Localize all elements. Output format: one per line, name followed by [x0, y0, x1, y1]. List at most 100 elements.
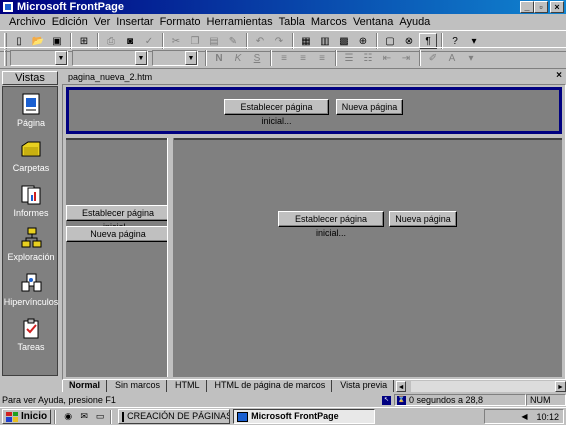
view-folders[interactable]: Carpetas [3, 138, 59, 173]
menu-marcos[interactable]: Marcos [308, 16, 350, 28]
menu-formato[interactable]: Formato [157, 16, 204, 28]
main-new-page-button[interactable]: Nueva página [389, 211, 457, 227]
numbering-icon[interactable]: ☰ [340, 50, 358, 66]
left-new-page-button[interactable]: Nueva página [66, 226, 170, 242]
view-hyperlinks-label: Hipervínculos [3, 297, 59, 307]
views-title: Vistas [2, 71, 58, 85]
chevron-down-icon[interactable]: ▼ [135, 51, 147, 65]
download-time-text: 0 segundos a 28,8 [409, 395, 484, 405]
view-tasks[interactable]: Tareas [3, 317, 59, 352]
start-button[interactable]: Inicio [2, 409, 52, 424]
menu-archivo[interactable]: Archivo [6, 16, 49, 28]
system-tray: ◀ 10:12 [484, 409, 564, 424]
frontpage-task-icon [237, 411, 249, 422]
document-task-icon [122, 411, 125, 422]
font-color-icon[interactable]: A [443, 50, 461, 66]
menu-ventana[interactable]: Ventana [350, 16, 396, 28]
font-select[interactable]: ▼ [72, 50, 148, 66]
align-right-icon[interactable]: ≡ [313, 50, 331, 66]
frontpage-app-icon[interactable] [2, 1, 14, 13]
menu-ver[interactable]: Ver [91, 16, 114, 28]
top-new-page-button[interactable]: Nueva página [336, 99, 403, 115]
title-bar: Microsoft FrontPage _ ▫ × [0, 0, 566, 14]
tab-preview[interactable]: Vista previa [334, 380, 395, 392]
bold-icon[interactable]: N [210, 50, 228, 66]
outlook-quicklaunch-icon[interactable]: ✉ [77, 411, 91, 423]
document-header: pagina_nueva_2.htm × [62, 70, 566, 84]
taskbar: Inicio ◉ ✉ ▭ CREACIÓN DE PÁGINAS ... Mic… [0, 407, 566, 425]
view-reports[interactable]: Informes [3, 183, 59, 218]
window-title: Microsoft FrontPage [17, 1, 124, 13]
close-button[interactable]: × [550, 1, 564, 13]
highlight-icon[interactable]: ✐ [424, 50, 442, 66]
align-left-icon[interactable]: ≡ [275, 50, 293, 66]
formatting-toolbar: ▼ ▼ ▼ N K S ≡ ≡ ≡ ☰ ☷ ⇤ ⇥ ✐ A ▾ [0, 47, 566, 69]
menu-tabla[interactable]: Tabla [276, 16, 308, 28]
view-tasks-label: Tareas [17, 342, 45, 352]
horizontal-scrollbar[interactable] [411, 381, 555, 392]
menu-edicion[interactable]: Edición [49, 16, 91, 28]
tab-html-frames-page[interactable]: HTML de página de marcos [209, 380, 333, 392]
view-page-label: Página [16, 118, 46, 128]
close-document-icon[interactable]: × [556, 70, 562, 81]
download-time-icon: ⌛ [397, 395, 406, 405]
folders-view-icon [20, 138, 42, 160]
navigation-view-icon [20, 227, 42, 249]
task-frontpage-label: Microsoft FrontPage [251, 411, 339, 421]
font-size-select[interactable]: ▼ [152, 50, 198, 66]
left-frame[interactable]: Establecer página inicial... Nueva págin… [66, 138, 170, 377]
view-hyperlinks[interactable]: Hipervínculos [3, 272, 59, 307]
views-panel: Página Carpetas Informes Exploración Hip… [2, 86, 58, 376]
top-frame[interactable]: Establecer página inicial... Nueva págin… [66, 87, 562, 134]
view-navigation-label: Exploración [7, 252, 55, 262]
tab-sin-marcos[interactable]: Sin marcos [109, 380, 168, 392]
task-frontpage[interactable]: Microsoft FrontPage [233, 409, 376, 424]
tab-normal[interactable]: Normal [62, 380, 108, 392]
view-navigation[interactable]: Exploración [3, 227, 59, 262]
windows-logo-icon [6, 411, 18, 422]
tasks-view-icon [20, 317, 42, 339]
tab-scroll-left-icon[interactable]: ◄ [396, 381, 407, 392]
maximize-button[interactable]: ▫ [534, 1, 548, 13]
toolbar-grip[interactable] [4, 50, 7, 66]
clock: 10:12 [536, 411, 559, 422]
chevron-down-icon[interactable]: ▼ [55, 51, 67, 65]
view-tabs: Normal Sin marcos HTML HTML de página de… [62, 379, 566, 392]
chevron-down-icon[interactable]: ▼ [185, 51, 197, 65]
underline-icon[interactable]: S [248, 50, 266, 66]
view-page[interactable]: Página [3, 93, 59, 128]
hyperlinks-view-icon [20, 272, 42, 294]
browser-quicklaunch-icon[interactable]: ◉ [61, 411, 75, 423]
frame-splitter[interactable] [167, 138, 174, 377]
num-lock-indicator: NUM [526, 394, 566, 406]
status-bar: Para ver Ayuda, presione F1 ↖ ⌛ 0 segund… [0, 393, 566, 407]
top-set-initial-page-button[interactable]: Establecer página inicial... [224, 99, 329, 126]
style-select[interactable]: ▼ [10, 50, 68, 66]
left-set-initial-page-button[interactable]: Establecer página inicial... [66, 205, 170, 232]
tab-html[interactable]: HTML [169, 380, 207, 392]
reports-view-icon [20, 183, 42, 205]
main-frame[interactable]: Establecer página inicial... Nueva págin… [174, 138, 562, 377]
task-creacion-paginas[interactable]: CREACIÓN DE PÁGINAS ... [118, 409, 231, 424]
view-folders-label: Carpetas [12, 163, 50, 173]
download-time-panel: ⌛ 0 segundos a 28,8 [394, 394, 526, 406]
menu-ayuda[interactable]: Ayuda [396, 16, 433, 28]
bullets-icon[interactable]: ☷ [359, 50, 377, 66]
align-center-icon[interactable]: ≡ [294, 50, 312, 66]
decrease-indent-icon[interactable]: ⇤ [378, 50, 396, 66]
status-indicator-icon: ↖ [382, 395, 391, 405]
scroll-right-icon[interactable]: ► [555, 381, 566, 392]
volume-icon[interactable]: ◀ [518, 412, 530, 422]
start-label: Inicio [21, 411, 48, 422]
main-set-initial-page-button[interactable]: Establecer página inicial... [278, 211, 384, 238]
show-desktop-icon[interactable]: ▭ [93, 411, 107, 423]
italic-icon[interactable]: K [229, 50, 247, 66]
toolbar-options-icon[interactable]: ▾ [462, 50, 480, 66]
document-filename: pagina_nueva_2.htm [68, 72, 153, 82]
menu-bar: Archivo Edición Ver Insertar Formato Her… [0, 14, 566, 30]
page-view-icon [20, 93, 42, 115]
increase-indent-icon[interactable]: ⇥ [397, 50, 415, 66]
menu-insertar[interactable]: Insertar [113, 16, 156, 28]
minimize-button[interactable]: _ [520, 1, 534, 13]
menu-herramientas[interactable]: Herramientas [204, 16, 276, 28]
